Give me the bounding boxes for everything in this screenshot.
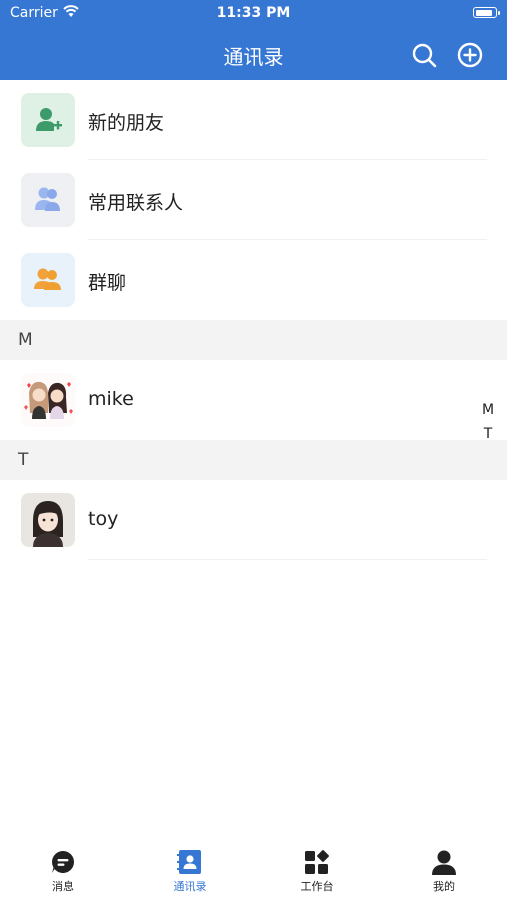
add-friend-icon — [21, 93, 75, 147]
frequent-contacts-label: 常用联系人 — [88, 192, 184, 214]
top-bar: Carrier 11:33 PM 通讯录 — [0, 0, 507, 80]
section-header-t: T — [0, 440, 507, 480]
contact-name: toy — [88, 508, 119, 530]
contact-row[interactable]: toy — [0, 480, 507, 560]
status-time: 11:33 PM — [216, 5, 291, 21]
tab-workbench[interactable]: 工作台 — [254, 838, 380, 900]
contacts-book-icon — [176, 848, 204, 876]
profile-icon — [430, 848, 458, 876]
alphabet-index[interactable]: M T — [481, 398, 495, 446]
divider — [88, 559, 487, 560]
tab-contacts[interactable]: 通讯录 — [127, 838, 253, 900]
battery-fill — [475, 9, 492, 16]
tab-bar: 消息 通讯录 工作台 我的 — [0, 838, 507, 900]
new-friends-label: 新的朋友 — [88, 112, 165, 134]
section-header-m: M — [0, 320, 507, 360]
status-bar: Carrier 11:33 PM — [0, 0, 507, 28]
tab-workbench-label: 工作台 — [300, 880, 334, 893]
search-icon — [412, 43, 437, 68]
search-button[interactable] — [410, 41, 438, 69]
avatar — [21, 373, 75, 427]
contact-name: mike — [88, 388, 134, 410]
avatar — [21, 493, 75, 547]
new-friends-item[interactable]: 新的朋友 — [0, 80, 507, 160]
tab-contacts-label: 通讯录 — [173, 880, 207, 893]
group-icon — [21, 253, 75, 307]
contacts-icon — [21, 173, 75, 227]
message-icon — [49, 848, 77, 876]
add-button[interactable] — [456, 41, 484, 69]
battery-icon — [473, 7, 500, 18]
index-letter-m[interactable]: M — [481, 398, 495, 422]
contact-list: 新的朋友 常用联系人 群聊 M mike T toy — [0, 80, 507, 560]
tab-messages[interactable]: 消息 — [0, 838, 126, 900]
plus-circle-icon — [457, 42, 483, 68]
tab-profile[interactable]: 我的 — [381, 838, 507, 900]
group-chat-item[interactable]: 群聊 — [0, 240, 507, 320]
group-chat-label: 群聊 — [88, 272, 127, 294]
frequent-contacts-item[interactable]: 常用联系人 — [0, 160, 507, 240]
index-letter-t[interactable]: T — [481, 422, 495, 446]
workbench-icon — [303, 848, 331, 876]
tab-messages-label: 消息 — [52, 880, 74, 893]
contact-row[interactable]: mike — [0, 360, 507, 440]
tab-profile-label: 我的 — [433, 880, 455, 893]
